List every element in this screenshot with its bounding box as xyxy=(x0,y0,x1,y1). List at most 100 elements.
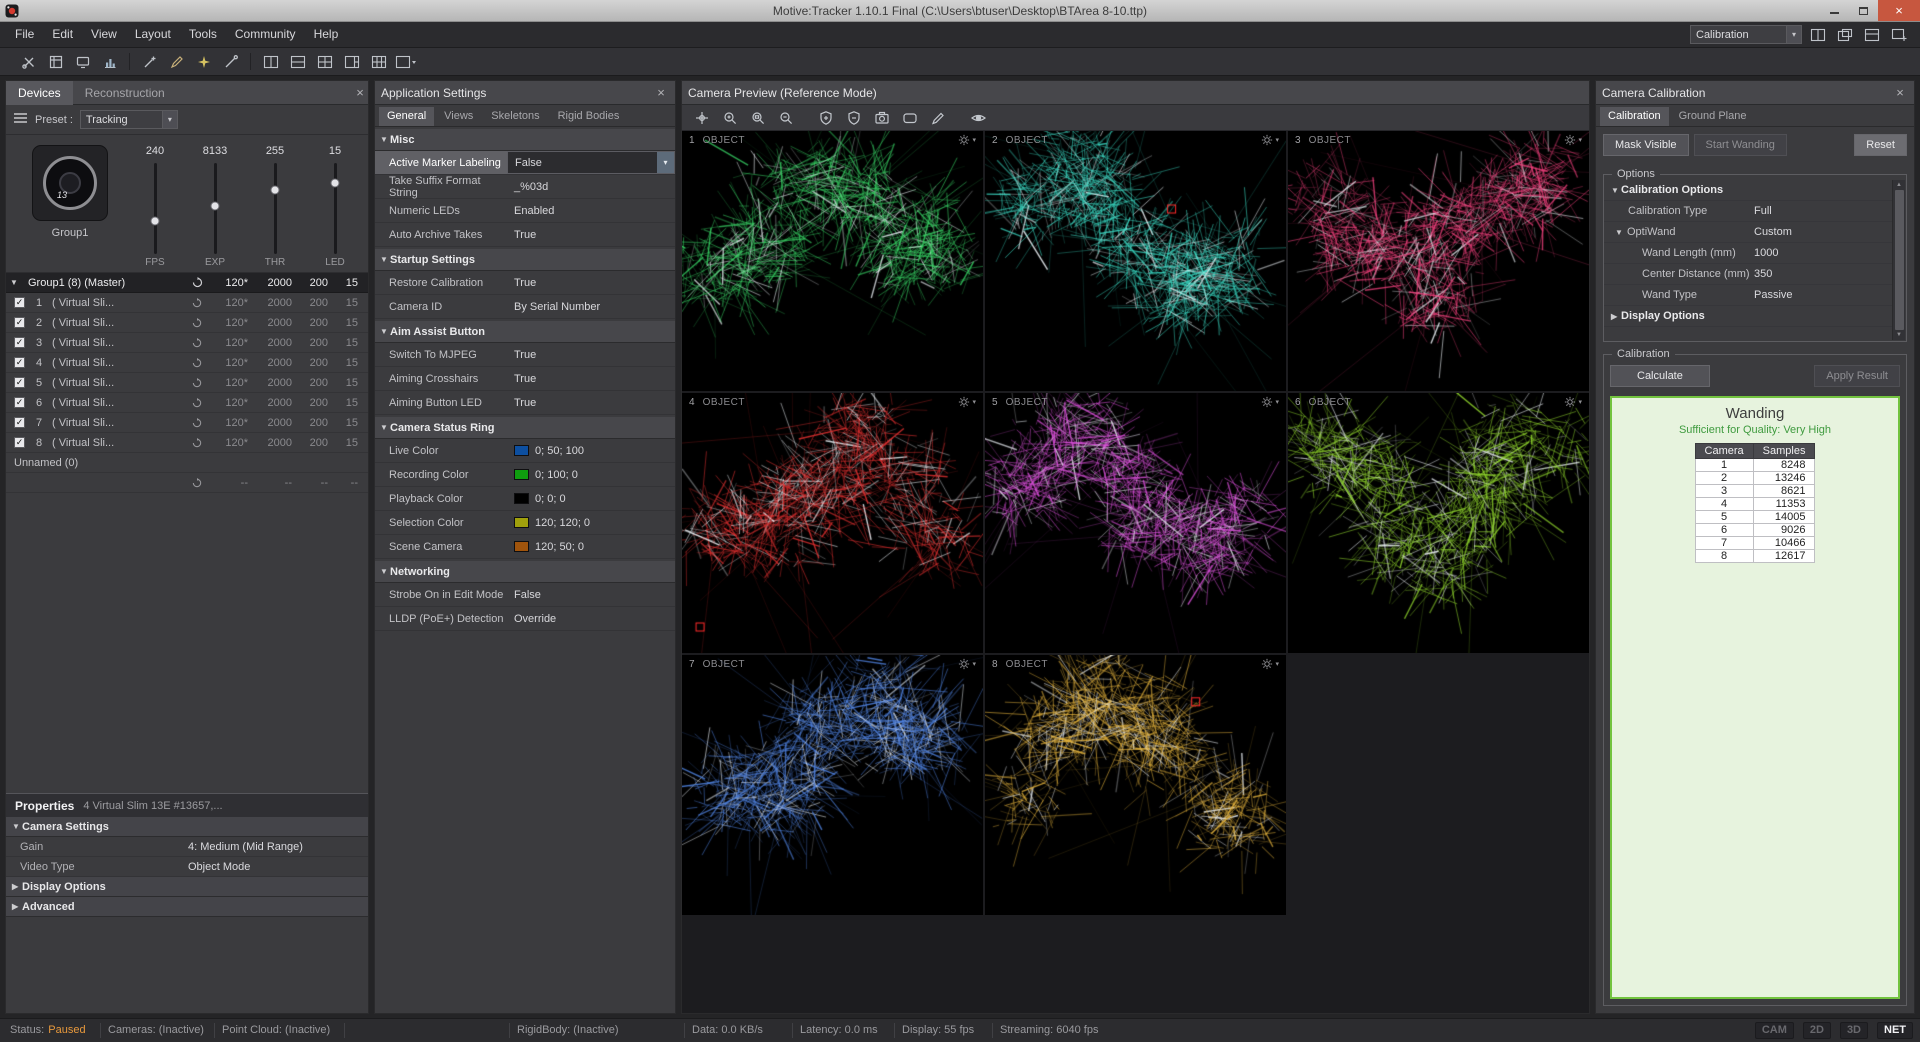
slider-track[interactable] xyxy=(214,163,217,254)
setting-value[interactable]: 120; 50; 0 xyxy=(507,535,675,558)
device-checkbox[interactable]: ✓ xyxy=(14,317,25,328)
camera-view[interactable]: 3 OBJECT ▾ xyxy=(1288,131,1589,391)
layout-main-side-icon[interactable] xyxy=(339,51,364,73)
gear-icon[interactable]: ▾ xyxy=(958,134,976,146)
close-icon[interactable]: × xyxy=(1892,85,1908,100)
settings-row[interactable]: Active Marker Labeling False ▾ xyxy=(375,151,675,175)
device-row[interactable]: ✓ 1 ( Virtual Sli... 120* 2000 200 15 xyxy=(6,293,368,313)
scroll-up-icon[interactable]: ▲ xyxy=(1896,182,1902,188)
display-options-section[interactable]: ▶ Display Options xyxy=(6,877,368,897)
device-checkbox[interactable]: ✓ xyxy=(14,377,25,388)
calibration-board-icon[interactable] xyxy=(43,51,68,73)
apply-result-button[interactable]: Apply Result xyxy=(1814,365,1900,387)
calibration-options-header[interactable]: ▼ Calibration Options xyxy=(1604,180,1892,201)
close-icon[interactable]: × xyxy=(352,85,368,100)
setting-value[interactable]: False ▾ xyxy=(507,151,675,174)
settings-row[interactable]: Strobe On in Edit Mode False xyxy=(375,583,675,607)
calibration-option-row[interactable]: ▼Wand Type Passive xyxy=(1604,285,1892,306)
device-row[interactable]: ✓ 8 ( Virtual Sli... 120* 2000 200 15 xyxy=(6,433,368,453)
remove-mask-icon[interactable] xyxy=(842,107,866,128)
layout-quad-icon[interactable] xyxy=(312,51,337,73)
camera-view[interactable]: 2 OBJECT ▾ xyxy=(985,131,1286,391)
floating-window-icon[interactable] xyxy=(1834,25,1856,44)
sparkle-icon[interactable] xyxy=(191,51,216,73)
setting-value[interactable]: Override xyxy=(507,607,675,630)
probe-wand-icon[interactable] xyxy=(218,51,243,73)
chevron-down-icon[interactable]: ▾ xyxy=(657,152,674,173)
camera-settings-section[interactable]: ▼ Camera Settings xyxy=(6,817,368,837)
list-view-icon[interactable] xyxy=(13,111,28,129)
video-mode-icon[interactable] xyxy=(898,107,922,128)
device-row[interactable]: ✓ 3 ( Virtual Sli... 120* 2000 200 15 xyxy=(6,333,368,353)
camera-snapshot-icon[interactable] xyxy=(870,107,894,128)
setting-value[interactable]: 120; 120; 0 xyxy=(507,511,675,534)
setting-value[interactable]: True xyxy=(507,391,675,414)
device-checkbox[interactable]: ✓ xyxy=(14,357,25,368)
slider-thumb[interactable] xyxy=(211,201,220,210)
add-mask-icon[interactable] xyxy=(814,107,838,128)
scroll-down-icon[interactable]: ▼ xyxy=(1896,332,1902,338)
menu-item[interactable]: Help xyxy=(305,22,348,47)
sync-icon[interactable] xyxy=(186,318,208,328)
property-row[interactable]: Gain 4: Medium (Mid Range) xyxy=(6,837,368,857)
device-checkbox[interactable]: ✓ xyxy=(14,337,25,348)
sync-icon[interactable] xyxy=(186,438,208,448)
maximize-button[interactable] xyxy=(1849,0,1878,21)
camera-view[interactable]: 4 OBJECT ▾ xyxy=(682,393,983,653)
setting-value[interactable]: Enabled ▾ xyxy=(507,199,675,222)
settings-row[interactable]: Camera ID By Serial Number xyxy=(375,295,675,319)
sync-icon[interactable] xyxy=(186,338,208,348)
minimize-button[interactable] xyxy=(1820,0,1849,21)
expander-icon[interactable]: ▼ xyxy=(10,278,20,287)
property-row[interactable]: Video Type Object Mode xyxy=(6,857,368,877)
color-swatch[interactable] xyxy=(514,517,529,528)
setting-value[interactable]: _%03d ▾ xyxy=(507,175,675,199)
calibration-option-row[interactable]: ▼OptiWand Custom xyxy=(1604,222,1892,243)
reset-button[interactable]: Reset xyxy=(1854,134,1907,156)
device-row[interactable]: ✓ 5 ( Virtual Sli... 120* 2000 200 15 xyxy=(6,373,368,393)
camera-view[interactable]: 7 OBJECT ▾ xyxy=(682,655,983,915)
setting-value[interactable]: True xyxy=(507,367,675,390)
layout-preset-select[interactable]: Calibration ▾ xyxy=(1690,25,1802,44)
option-value[interactable]: Passive xyxy=(1754,289,1892,301)
status-chip[interactable]: NET xyxy=(1877,1022,1913,1039)
sync-icon[interactable] xyxy=(186,418,208,428)
calibration-tab[interactable]: Ground Plane xyxy=(1671,107,1755,126)
device-row[interactable]: ✓ 2 ( Virtual Sli... 120* 2000 200 15 xyxy=(6,313,368,333)
setting-value[interactable]: True xyxy=(507,271,675,294)
sync-icon[interactable] xyxy=(186,277,208,288)
option-value[interactable]: 350 xyxy=(1754,268,1892,280)
tools-icon[interactable] xyxy=(16,51,41,73)
new-layout-icon[interactable] xyxy=(1888,25,1910,44)
menu-item[interactable]: View xyxy=(82,22,126,47)
layout-dropdown-icon[interactable] xyxy=(393,51,418,73)
gear-icon[interactable]: ▾ xyxy=(1564,396,1582,408)
layout-split-h-icon[interactable] xyxy=(285,51,310,73)
gear-icon[interactable]: ▾ xyxy=(1261,396,1279,408)
camera-view[interactable]: 5 OBJECT ▾ xyxy=(985,393,1286,653)
color-swatch[interactable] xyxy=(514,445,529,456)
settings-section-header[interactable]: ▼Startup Settings xyxy=(375,249,675,271)
preset-select[interactable]: Tracking ▾ xyxy=(80,110,178,129)
setting-value[interactable]: 0; 50; 100 xyxy=(507,439,675,462)
layout-grid-icon[interactable] xyxy=(366,51,391,73)
color-swatch[interactable] xyxy=(514,493,529,504)
setting-value[interactable]: 0; 0; 0 xyxy=(507,487,675,510)
pen-icon[interactable] xyxy=(164,51,189,73)
color-swatch[interactable] xyxy=(514,541,529,552)
slider-track[interactable] xyxy=(274,163,277,254)
device-checkbox[interactable]: ✓ xyxy=(14,417,25,428)
menu-item[interactable]: Community xyxy=(226,22,305,47)
zoom-in-icon[interactable] xyxy=(718,107,742,128)
camera-view[interactable]: 1 OBJECT ▾ xyxy=(682,131,983,391)
settings-section-header[interactable]: ▼Misc xyxy=(375,129,675,151)
camera-device-icon[interactable]: 13 xyxy=(32,145,108,221)
option-value[interactable]: Custom xyxy=(1754,226,1892,238)
status-chip[interactable]: 2D xyxy=(1803,1022,1831,1039)
camera-slider[interactable]: 8133 EXP xyxy=(194,145,236,270)
setting-value[interactable]: True ▾ xyxy=(507,223,675,246)
camera-slider[interactable]: 255 THR xyxy=(254,145,296,270)
mask-visible-button[interactable]: Mask Visible xyxy=(1603,134,1689,156)
slider-thumb[interactable] xyxy=(331,179,340,188)
calibration-option-row[interactable]: ▼Wand Length (mm) 1000 xyxy=(1604,243,1892,264)
